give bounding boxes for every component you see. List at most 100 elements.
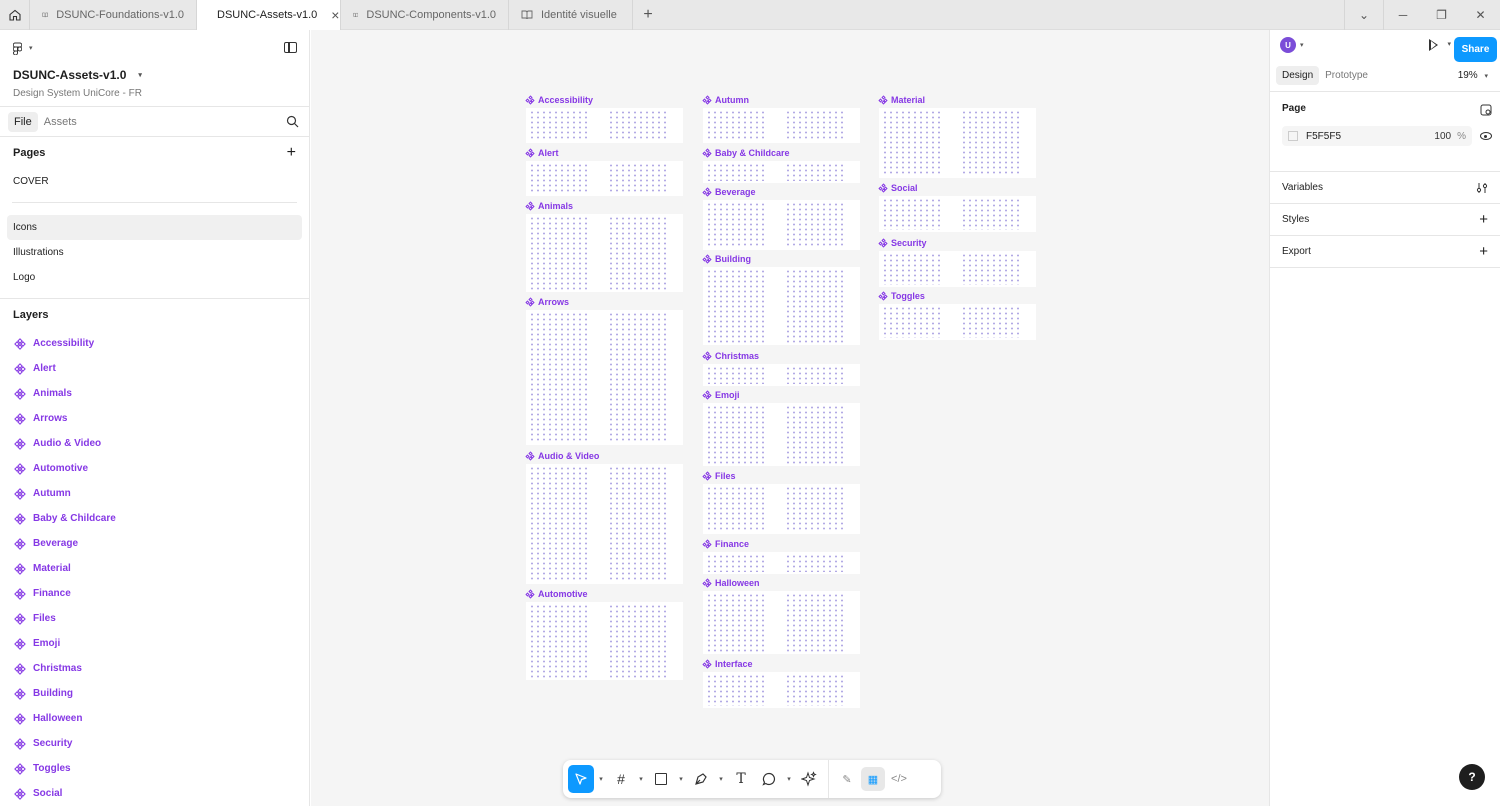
color-swatch[interactable] <box>1288 131 1298 141</box>
frame-title[interactable]: Social <box>878 182 918 194</box>
frame-content[interactable] <box>526 310 683 445</box>
frame-content[interactable] <box>879 108 1036 178</box>
frame-content[interactable] <box>703 364 860 386</box>
move-tool-button[interactable] <box>568 765 594 793</box>
chevron-down-icon[interactable]: ▾ <box>784 775 794 783</box>
frame-content[interactable] <box>526 464 683 584</box>
main-menu-button[interactable]: ▾ <box>13 40 296 56</box>
close-icon[interactable]: × <box>331 7 339 23</box>
frame-content[interactable] <box>703 108 860 143</box>
frame-title[interactable]: Security <box>878 237 927 249</box>
layer-item[interactable]: Finance <box>0 581 309 606</box>
layer-item[interactable]: Beverage <box>0 531 309 556</box>
page-item-cover[interactable]: COVER <box>0 169 309 194</box>
add-style-icon[interactable]: + <box>1479 211 1488 228</box>
frame-title[interactable]: Animals <box>525 200 573 212</box>
frame-content[interactable] <box>703 200 860 250</box>
restore-icon[interactable]: ❐ <box>1422 0 1461 30</box>
frame-content[interactable] <box>703 484 860 534</box>
frame-tool-button[interactable]: # <box>608 765 634 793</box>
layer-item[interactable]: Automotive <box>0 456 309 481</box>
frame-content[interactable] <box>526 214 683 292</box>
eye-icon[interactable] <box>1480 132 1492 140</box>
frame-title[interactable]: Interface <box>702 658 753 670</box>
layer-item[interactable]: Christmas <box>0 656 309 681</box>
frame-content[interactable] <box>526 161 683 196</box>
frame-title[interactable]: Toggles <box>878 290 925 302</box>
layer-item[interactable]: Social <box>0 781 309 806</box>
page-item-illustrations[interactable]: Illustrations <box>0 240 309 265</box>
frame-content[interactable] <box>703 403 860 466</box>
avatar[interactable]: U <box>1280 37 1296 53</box>
search-icon[interactable] <box>286 115 299 128</box>
add-page-icon[interactable]: + <box>287 144 296 162</box>
variables-section[interactable]: Variables <box>1270 172 1500 204</box>
frame-content[interactable] <box>703 267 860 345</box>
layer-item[interactable]: Material <box>0 556 309 581</box>
frame-title[interactable]: Emoji <box>702 389 740 401</box>
ai-tool-button[interactable] <box>796 765 822 793</box>
home-button[interactable] <box>0 0 30 30</box>
dev-mode-button[interactable]: </> <box>887 767 911 791</box>
layer-item[interactable]: Toggles <box>0 756 309 781</box>
page-item-icons[interactable]: Icons <box>7 215 302 240</box>
page-item-logo[interactable]: Logo <box>0 265 309 290</box>
tab-file-2[interactable]: DSUNC-Components-v1.0 <box>341 0 509 30</box>
layer-item[interactable]: Security <box>0 731 309 756</box>
styles-section[interactable]: Styles + <box>1270 204 1500 236</box>
layer-item[interactable]: Animals <box>0 381 309 406</box>
tab-design[interactable]: Design <box>1276 66 1320 85</box>
layer-item[interactable]: Arrows <box>0 406 309 431</box>
bg-opacity-field[interactable]: 100% <box>1434 131 1466 142</box>
layer-item[interactable]: Autumn <box>0 481 309 506</box>
frame-title[interactable]: Finance <box>702 538 749 550</box>
frame-title[interactable]: Beverage <box>702 186 756 198</box>
layer-item[interactable]: Baby & Childcare <box>0 506 309 531</box>
layer-item[interactable]: Files <box>0 606 309 631</box>
frame-title[interactable]: Material <box>878 94 925 106</box>
chevron-down-icon[interactable]: ▾ <box>636 775 646 783</box>
share-button[interactable]: Share <box>1454 37 1497 62</box>
tab-file-3[interactable]: Identité visuelle <box>509 0 633 30</box>
frame-content[interactable] <box>703 672 860 708</box>
frame-title[interactable]: Building <box>702 253 751 265</box>
layer-item[interactable]: Accessibility <box>0 331 309 356</box>
frame-content[interactable] <box>703 552 860 574</box>
frame-content[interactable] <box>879 304 1036 340</box>
frame-content[interactable] <box>703 161 860 183</box>
chevron-down-icon[interactable]: ⌄ <box>1344 0 1383 30</box>
frame-content[interactable] <box>526 602 683 680</box>
add-export-icon[interactable]: + <box>1479 243 1488 260</box>
canvas[interactable]: Accessibility Alert Animals Arrows Audio & V… <box>311 30 1269 806</box>
frame-title[interactable]: Autumn <box>702 94 749 106</box>
close-window-icon[interactable]: ✕ <box>1461 0 1500 30</box>
minimize-icon[interactable]: ─ <box>1383 0 1422 30</box>
export-section[interactable]: Export + <box>1270 236 1500 268</box>
new-tab-button[interactable]: + <box>633 0 663 30</box>
frame-content[interactable] <box>526 108 683 143</box>
layer-item[interactable]: Halloween <box>0 706 309 731</box>
help-button[interactable]: ? <box>1459 764 1485 790</box>
chevron-down-icon[interactable]: ▾ <box>716 775 726 783</box>
tab-prototype[interactable]: Prototype <box>1319 66 1374 85</box>
file-name[interactable]: DSUNC-Assets-v1.0 ▾ <box>13 68 296 82</box>
chevron-down-icon[interactable]: ▾ <box>1300 41 1304 49</box>
frame-title[interactable]: Halloween <box>702 577 760 589</box>
frame-content[interactable] <box>879 251 1036 287</box>
frame-title[interactable]: Files <box>702 470 736 482</box>
layer-item[interactable]: Audio & Video <box>0 431 309 456</box>
tab-assets[interactable]: Assets <box>38 112 83 132</box>
sliders-icon[interactable] <box>1476 182 1488 194</box>
frame-title[interactable]: Christmas <box>702 350 759 362</box>
design-mode-button[interactable]: ▦ <box>861 767 885 791</box>
chevron-down-icon[interactable]: ▾ <box>596 775 606 783</box>
sidebar-toggle-icon[interactable] <box>284 42 297 53</box>
background-fill-field[interactable]: F5F5F5 100% <box>1282 126 1472 146</box>
page-settings-icon[interactable] <box>1480 104 1492 116</box>
project-name[interactable]: Design System UniCore - FR <box>13 88 296 99</box>
frame-content[interactable] <box>879 196 1036 232</box>
layer-item[interactable]: Alert <box>0 356 309 381</box>
frame-title[interactable]: Accessibility <box>525 94 593 106</box>
tab-file[interactable]: File <box>8 111 38 132</box>
comment-tool-button[interactable] <box>756 765 782 793</box>
